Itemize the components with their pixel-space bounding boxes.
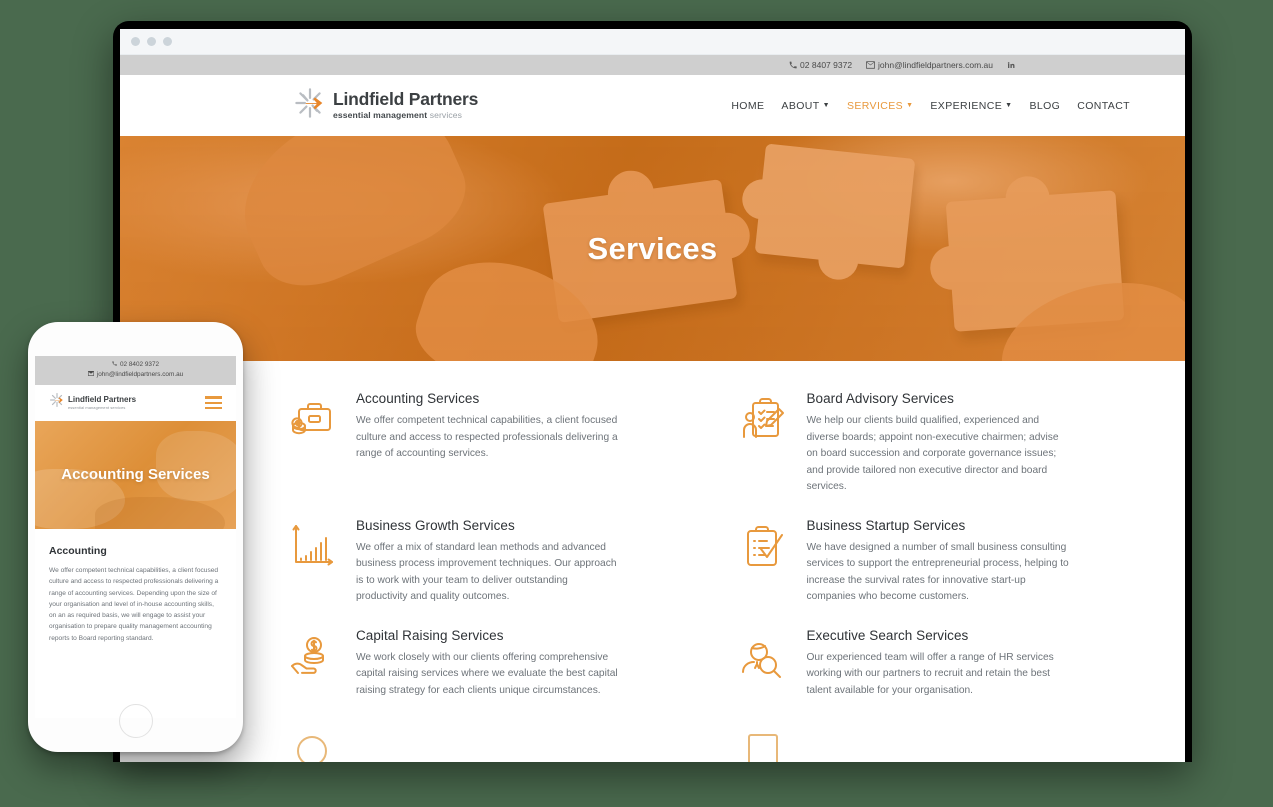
hero-banner: Services <box>120 136 1185 361</box>
briefcase-coins-icon <box>288 395 336 443</box>
service-title: Capital Raising Services <box>356 627 504 643</box>
service-title: Business Startup Services <box>806 517 966 533</box>
bar-chart-growth-icon <box>288 522 336 570</box>
phone-screen: 02 8402 9372 john@lindfieldpartners.com.… <box>35 356 236 718</box>
person-magnifier-icon <box>739 632 787 680</box>
partial-circle-icon <box>288 725 336 762</box>
site-header: Lindfield Partners essential management … <box>120 75 1185 136</box>
service-item[interactable]: Business Growth Services We offer a mix … <box>288 518 687 606</box>
starburst-arrow-logo-icon <box>293 86 327 125</box>
phone-content-heading: Accounting <box>49 544 107 557</box>
service-item[interactable]: Capital Raising Services We work closely… <box>288 628 687 700</box>
chevron-down-icon: ▼ <box>906 102 914 109</box>
home-button[interactable] <box>118 704 153 738</box>
phone-topbar-email-text: john@lindfieldpartners.com.au <box>96 370 184 378</box>
services-grid: Accounting Services We offer competent t… <box>120 361 1185 762</box>
service-description: We work closely with our clients offerin… <box>356 651 618 696</box>
service-description: We offer a mix of standard lean methods … <box>356 541 617 603</box>
linkedin-icon[interactable] <box>1007 61 1015 69</box>
phone-hero-decor <box>95 496 225 529</box>
service-item[interactable]: Executive Search Services Our experience… <box>739 628 1138 700</box>
phone-top-contact-bar: 02 8402 9372 john@lindfieldpartners.com.… <box>35 356 236 385</box>
nav-item-blog[interactable]: BLOG <box>1029 100 1060 112</box>
chevron-down-icon: ▼ <box>1005 102 1013 109</box>
phone-hero-banner: Accounting Services <box>35 420 236 529</box>
site-top-contact-bar: 02 8407 9372 john@lindfieldpartners.com.… <box>120 55 1185 75</box>
nav-label: EXPERIENCE <box>930 99 1003 112</box>
nav-item-experience[interactable]: EXPERIENCE ▼ <box>930 100 1012 112</box>
phone-icon <box>112 360 117 370</box>
phone-site-logo[interactable]: Lindfield Partners essential management … <box>49 392 136 413</box>
phone-mockup: 02 8402 9372 john@lindfieldpartners.com.… <box>28 322 243 752</box>
phone-topbar-phone[interactable]: 02 8402 9372 <box>35 360 236 370</box>
service-item[interactable]: Accounting Services We offer competent t… <box>288 391 687 496</box>
topbar-email[interactable]: john@lindfieldpartners.com.au <box>866 60 993 70</box>
clipboard-check-icon <box>739 522 787 570</box>
phone-topbar-email[interactable]: john@lindfieldpartners.com.au <box>35 370 236 380</box>
site-logo[interactable]: Lindfield Partners essential management … <box>293 86 478 125</box>
laptop-mockup: 02 8407 9372 john@lindfieldpartners.com.… <box>113 21 1192 762</box>
chevron-down-icon: ▼ <box>822 102 830 109</box>
envelope-icon <box>87 370 94 380</box>
topbar-email-text: john@lindfieldpartners.com.au <box>878 60 993 70</box>
service-description: Our experienced team will offer a range … <box>806 651 1054 696</box>
starburst-arrow-logo-icon <box>49 392 65 413</box>
main-navigation: HOME ABOUT ▼ SERVICES ▼ EXPERIENCE ▼ BLO… <box>731 100 1130 112</box>
logo-tagline-bold: essential management <box>333 109 428 120</box>
service-item-partial[interactable]: .. <box>288 721 687 762</box>
envelope-icon <box>866 61 876 69</box>
window-maximize-dot[interactable] <box>163 37 172 46</box>
service-item[interactable]: Business Startup Services We have design… <box>739 518 1138 606</box>
nav-item-contact[interactable]: CONTACT <box>1077 100 1130 112</box>
service-item[interactable]: Board Advisory Services We help our clie… <box>739 391 1138 496</box>
hand-coins-dollar-icon <box>288 632 336 680</box>
topbar-phone[interactable]: 02 8407 9372 <box>789 60 852 70</box>
nav-label: HOME <box>731 99 765 112</box>
service-description: We help our clients build qualified, exp… <box>806 415 1059 493</box>
partial-document-icon <box>739 725 787 762</box>
hamburger-menu-icon[interactable] <box>205 396 222 410</box>
window-minimize-dot[interactable] <box>147 37 156 46</box>
phone-logo-name: Lindfield Partners <box>68 395 137 405</box>
nav-item-services[interactable]: SERVICES ▼ <box>847 100 913 112</box>
logo-name: Lindfield Partners <box>333 89 479 110</box>
nav-label: ABOUT <box>781 99 820 112</box>
service-item-partial[interactable]: .. <box>739 721 1138 762</box>
nav-item-about[interactable]: ABOUT ▼ <box>781 100 830 112</box>
clipboard-person-pencil-icon <box>739 395 787 443</box>
nav-label: SERVICES <box>846 99 904 112</box>
nav-item-home[interactable]: HOME <box>731 100 764 112</box>
service-description: We have designed a number of small busin… <box>806 541 1069 603</box>
window-close-dot[interactable] <box>131 37 140 46</box>
phone-content: Accounting We offer competent technical … <box>35 529 236 644</box>
topbar-phone-text: 02 8407 9372 <box>800 60 853 70</box>
phone-page-title: Accounting Services <box>61 466 210 484</box>
page-title: Services <box>587 230 718 266</box>
browser-titlebar <box>120 29 1185 55</box>
phone-header: Lindfield Partners essential management … <box>35 384 236 421</box>
service-description: We offer competent technical capabilitie… <box>356 415 618 460</box>
logo-tagline-light: services <box>429 109 463 120</box>
nav-label: CONTACT <box>1077 99 1130 112</box>
phone-topbar-phone-text: 02 8402 9372 <box>119 361 160 368</box>
service-title: Board Advisory Services <box>806 391 954 406</box>
logo-tagline: essential management services <box>333 111 478 120</box>
phone-content-text: We offer competent technical capabilitie… <box>49 566 219 642</box>
phone-icon <box>789 61 797 69</box>
service-title: Business Growth Services <box>356 517 515 533</box>
phone-logo-tagline: essential management services <box>68 404 126 410</box>
nav-label: BLOG <box>1029 99 1061 112</box>
laptop-screen: 02 8407 9372 john@lindfieldpartners.com.… <box>120 29 1185 762</box>
service-title: Accounting Services <box>356 391 480 406</box>
service-title: Executive Search Services <box>806 627 969 643</box>
